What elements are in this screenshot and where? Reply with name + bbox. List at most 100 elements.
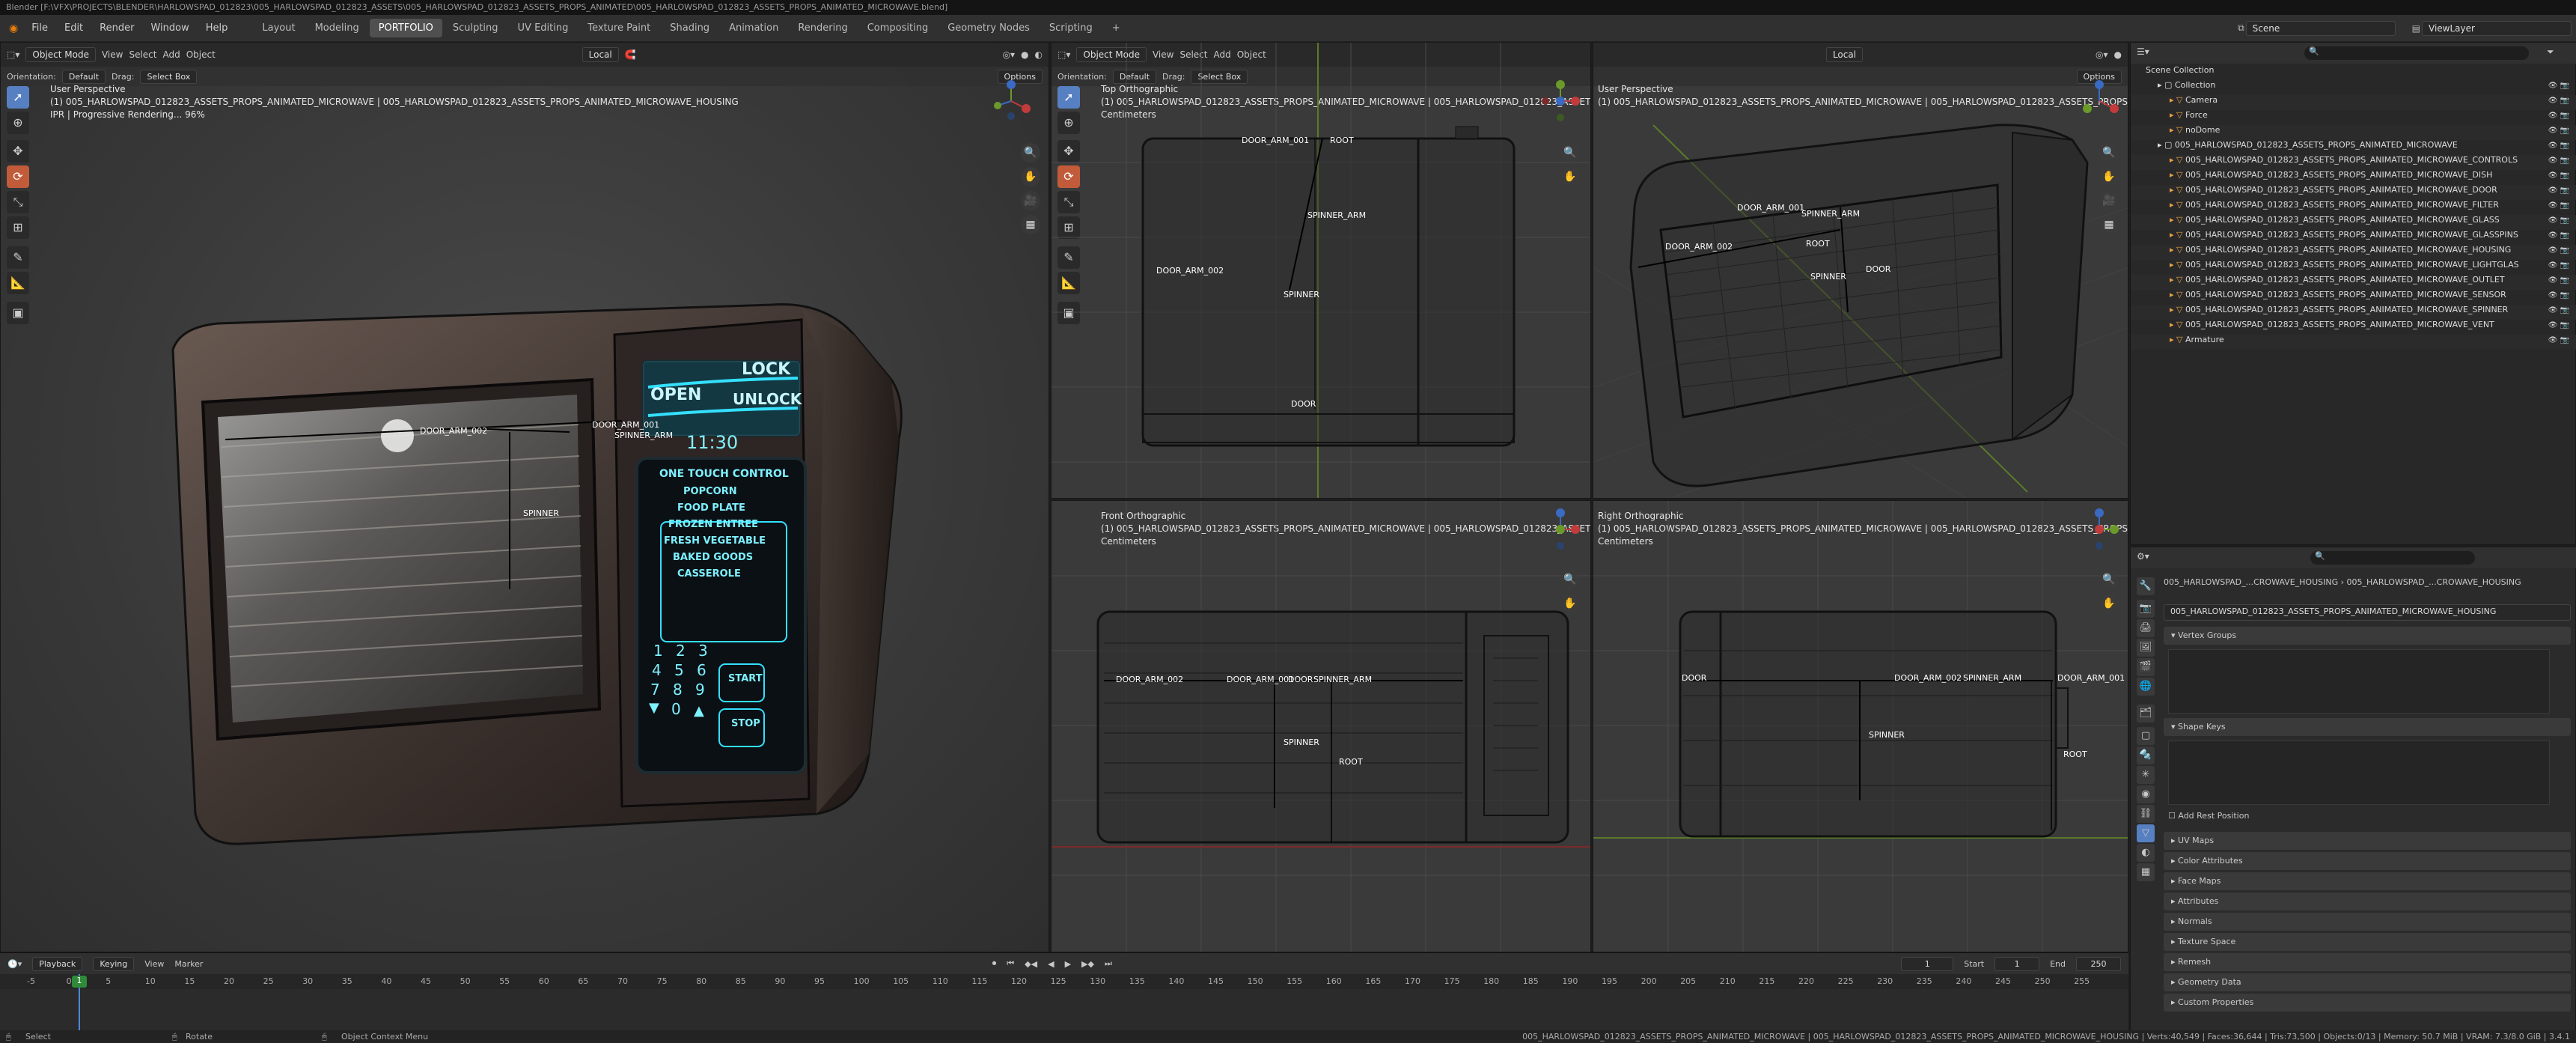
current-frame-marker[interactable]: 1 — [72, 976, 87, 988]
visibility-icon[interactable]: 👁 📷 — [2548, 201, 2569, 210]
visibility-icon[interactable]: 👁 📷 — [2548, 261, 2569, 270]
object-menu[interactable]: Object — [186, 49, 216, 60]
timeline-view-menu[interactable]: View — [144, 959, 164, 969]
viewport-main[interactable]: ⬚▾ Object Mode View Select Add Object Lo… — [0, 42, 1049, 952]
visibility-icon[interactable]: 👁 📷 — [2548, 276, 2569, 285]
zoom-icon[interactable]: 🔍 — [1560, 570, 1580, 589]
transform-orientation[interactable]: Local — [582, 47, 619, 62]
select-menu[interactable]: Select — [129, 49, 156, 60]
view-layer-tab-icon[interactable]: 🖼 — [2137, 639, 2155, 657]
jump-end-icon[interactable]: ⏭ — [1105, 958, 1112, 969]
outliner-scene-collection[interactable]: Scene Collection — [2131, 65, 2576, 80]
visibility-icon[interactable]: 👁 📷 — [2548, 112, 2569, 120]
breadcrumb-mesh[interactable]: 005_HARLOWSPAD_...CROWAVE_HOUSING — [2347, 577, 2521, 587]
menu-window[interactable]: Window — [143, 19, 196, 37]
axis-gizmo-icon[interactable] — [1538, 507, 1583, 552]
start-frame-field[interactable]: 1 — [1994, 956, 2040, 971]
tool-tab-icon[interactable]: 🔧 — [2137, 577, 2155, 595]
object-tab-icon[interactable]: ▢ — [2137, 727, 2155, 745]
visibility-icon[interactable]: 👁 📷 — [2548, 336, 2569, 344]
world-tab-icon[interactable]: 🌐 — [2137, 678, 2155, 696]
axis-gizmo-icon[interactable] — [1538, 79, 1583, 124]
viewport-user-perspective-2[interactable]: Local ◎▾ ● Options User Perspective (1) … — [1593, 42, 2128, 499]
visibility-icon[interactable]: 👁 📷 — [2548, 142, 2569, 150]
outliner-item[interactable]: ▸ ▽ 005_HARLOWSPAD_012823_ASSETS_PROPS_A… — [2131, 215, 2576, 230]
visibility-icon[interactable]: 👁 📷 — [2548, 246, 2569, 255]
panel-remesh[interactable]: ▸ Remesh — [2164, 953, 2571, 971]
outliner-item[interactable]: ▸ ▽ Armature 👁 📷 — [2131, 335, 2576, 350]
collection-tab-icon[interactable]: 🗂 — [2137, 705, 2155, 723]
zoom-icon[interactable]: 🔍 — [1560, 143, 1580, 162]
scene-tab-icon[interactable]: 🎬 — [2137, 658, 2155, 676]
snap-icon[interactable]: 🧲 — [625, 49, 636, 60]
visibility-icon[interactable]: 👁 📷 — [2548, 216, 2569, 225]
overlay-icon[interactable]: ◎▾ — [1003, 49, 1016, 60]
camera-view-icon[interactable]: 🎥 — [2099, 191, 2119, 210]
panel-custom-properties[interactable]: ▸ Custom Properties — [2164, 994, 2571, 1012]
visibility-icon[interactable]: 👁 📷 — [2548, 306, 2569, 314]
tab-animation[interactable]: Animation — [720, 19, 787, 37]
properties-search[interactable] — [2310, 551, 2475, 565]
visibility-icon[interactable]: 👁 📷 — [2548, 97, 2569, 105]
mesh-name-field[interactable]: 005_HARLOWSPAD_012823_ASSETS_PROPS_ANIMA… — [2164, 604, 2571, 621]
vertex-groups-list[interactable] — [2168, 649, 2550, 714]
zoom-icon[interactable]: 🔍 — [1021, 143, 1040, 162]
outliner-item[interactable]: ▸ ▢ 005_HARLOWSPAD_012823_ASSETS_PROPS_A… — [2131, 140, 2576, 155]
tab-rendering[interactable]: Rendering — [789, 19, 856, 37]
axis-gizmo-icon[interactable] — [989, 79, 1034, 124]
outliner-item[interactable]: ▸ ▽ noDome 👁 📷 — [2131, 125, 2576, 140]
panel-attributes[interactable]: ▸ Attributes — [2164, 893, 2571, 910]
tab-compositing[interactable]: Compositing — [858, 19, 938, 37]
orientation-dropdown[interactable]: Default — [61, 69, 106, 84]
play-icon[interactable]: ▶ — [1065, 959, 1071, 969]
particles-tab-icon[interactable]: ✳ — [2137, 766, 2155, 784]
panel-vertex-groups[interactable]: ▾ Vertex Groups — [2164, 627, 2571, 645]
properties-editor-icon[interactable]: ⚙▾ — [2137, 551, 2149, 562]
perspective-toggle-icon[interactable]: ▦ — [1021, 215, 1040, 234]
menu-help[interactable]: Help — [198, 19, 236, 37]
measure-tool-icon[interactable]: 📐 — [7, 272, 29, 294]
mode-dropdown[interactable]: Object Mode — [25, 47, 96, 62]
viewport-top-ortho[interactable]: ⬚▾ Object Mode View Select Add Object Or… — [1051, 42, 1591, 499]
editor-type-icon[interactable]: ⬚▾ — [7, 49, 19, 60]
add-workspace-icon[interactable]: + — [1103, 19, 1129, 37]
outliner-editor-icon[interactable]: ☰▾ — [2137, 46, 2149, 57]
marker-menu[interactable]: Marker — [174, 959, 203, 969]
prev-keyframe-icon[interactable]: ◆◀ — [1025, 959, 1037, 969]
camera-view-icon[interactable]: 🎥 — [1021, 191, 1040, 210]
transform-tool-icon[interactable]: ⊞ — [7, 216, 29, 239]
tab-portfolio[interactable]: PORTFOLIO — [369, 19, 442, 37]
shading-render-icon[interactable]: ◐ — [1035, 49, 1043, 60]
zoom-icon[interactable]: 🔍 — [2099, 570, 2119, 589]
timeline[interactable]: 🕒▾ Playback Keying View Marker ⏺ ⏮ ◆◀ ◀ … — [0, 952, 2128, 1031]
breadcrumb-object[interactable]: 005_HARLOWSPAD_...CROWAVE_HOUSING — [2164, 577, 2338, 587]
pan-hand-icon[interactable]: ✋ — [1021, 167, 1040, 186]
panel-color-attributes[interactable]: ▸ Color Attributes — [2164, 852, 2571, 870]
outliner[interactable]: ☰▾ 🔍 ⏷ Scene Collection ▸ ▢ Collection 👁 📷… — [2130, 42, 2576, 545]
outliner-item[interactable]: ▸ ▽ Force 👁 📷 — [2131, 110, 2576, 125]
tab-sculpting[interactable]: Sculpting — [444, 19, 507, 37]
outliner-item[interactable]: ▸ ▽ 005_HARLOWSPAD_012823_ASSETS_PROPS_A… — [2131, 260, 2576, 275]
tab-texture-paint[interactable]: Texture Paint — [579, 19, 659, 37]
visibility-icon[interactable]: 👁 📷 — [2548, 82, 2569, 90]
drag-dropdown[interactable]: Select Box — [140, 69, 198, 84]
pan-hand-icon[interactable]: ✋ — [2099, 167, 2119, 186]
play-reverse-icon[interactable]: ◀ — [1048, 959, 1054, 969]
viewport-front-ortho[interactable]: Front Orthographic (1) 005_HARLOWSPAD_01… — [1051, 500, 1591, 952]
visibility-icon[interactable]: 👁 📷 — [2548, 156, 2569, 165]
view-menu[interactable]: View — [102, 49, 123, 60]
tab-geometry-nodes[interactable]: Geometry Nodes — [938, 19, 1039, 37]
zoom-icon[interactable]: 🔍 — [2099, 143, 2119, 162]
panel-texture-space[interactable]: ▸ Texture Space — [2164, 933, 2571, 951]
tab-layout[interactable]: Layout — [253, 19, 304, 37]
perspective-toggle-icon[interactable]: ▦ — [2099, 215, 2119, 234]
panel-uv-maps[interactable]: ▸ UV Maps — [2164, 832, 2571, 850]
tab-scripting[interactable]: Scripting — [1040, 19, 1102, 37]
tab-shading[interactable]: Shading — [661, 19, 718, 37]
jump-start-icon[interactable]: ⏮ — [1007, 958, 1014, 969]
panel-normals[interactable]: ▸ Normals — [2164, 913, 2571, 931]
outliner-item[interactable]: ▸ ▽ 005_HARLOWSPAD_012823_ASSETS_PROPS_A… — [2131, 170, 2576, 185]
outliner-search[interactable] — [2304, 46, 2529, 60]
panel-shape-keys[interactable]: ▾ Shape Keys — [2164, 718, 2571, 736]
physics-tab-icon[interactable]: ◉ — [2137, 785, 2155, 803]
